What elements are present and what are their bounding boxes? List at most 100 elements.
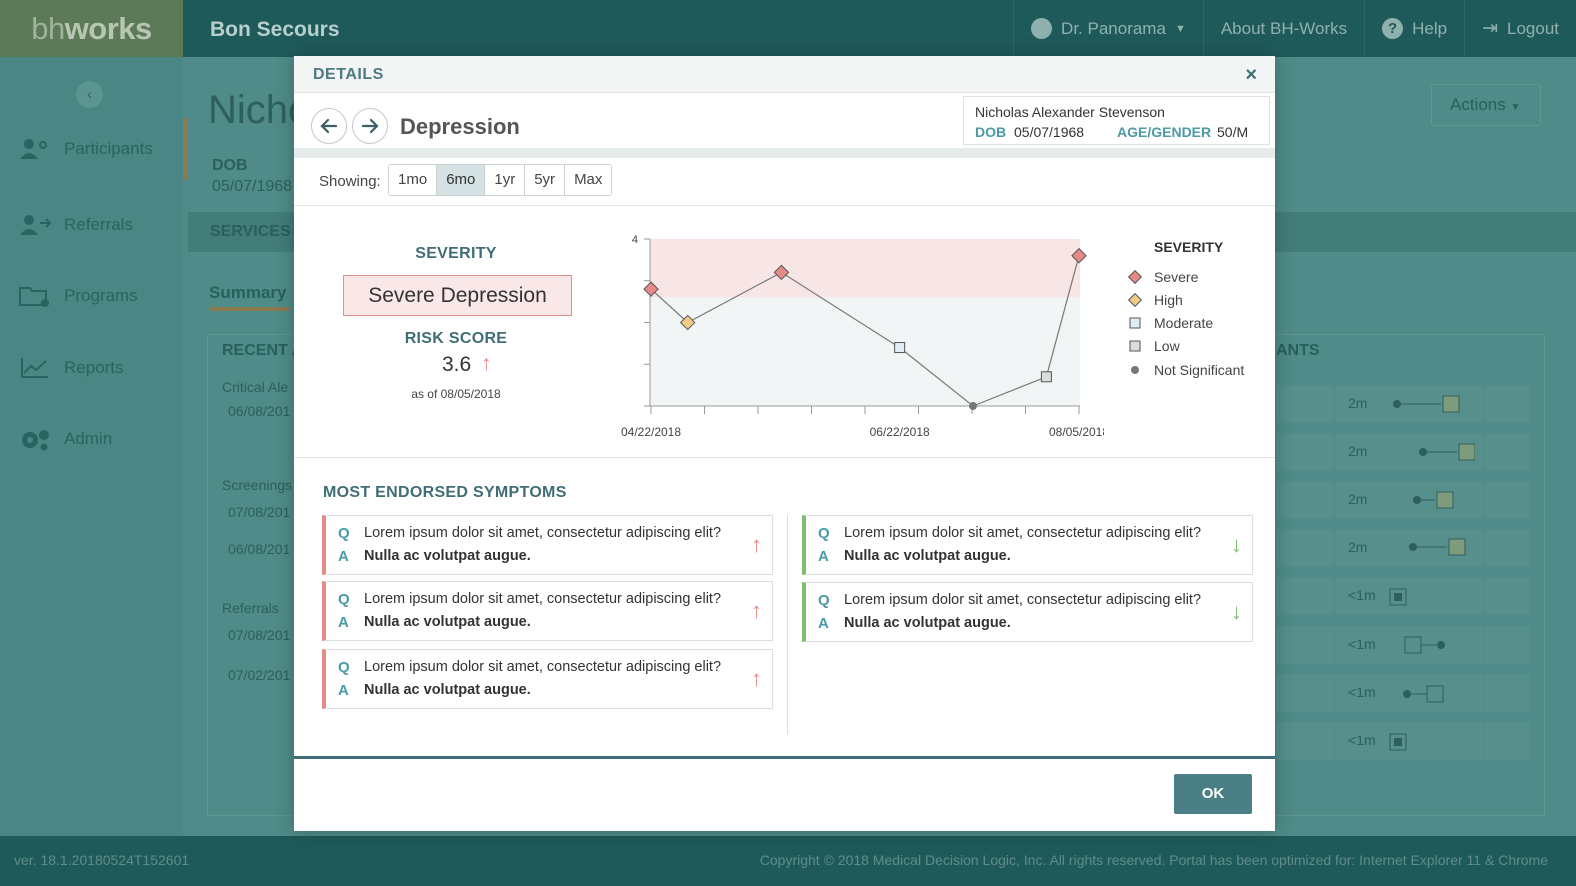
range-1mo[interactable]: 1mo: [389, 165, 438, 195]
answer-letter: A: [338, 682, 349, 699]
ref-date-1: 07/08/201: [228, 627, 291, 643]
legend-item-high: High: [1128, 292, 1183, 308]
severity-label: SEVERITY: [415, 245, 497, 262]
sidebar-label-programs: Programs: [64, 286, 138, 305]
symptom-card[interactable]: Q Lorem ipsum dolor sit amet, consectetu…: [322, 581, 773, 641]
symptom-card[interactable]: Q Lorem ipsum dolor sit amet, consectetu…: [322, 515, 773, 575]
trend-up-icon: ↑: [751, 598, 762, 623]
screenings-label: Screenings: [222, 477, 293, 493]
bg-row-time: <1m: [1348, 587, 1376, 603]
recent-heading: RECENT A: [222, 342, 304, 359]
answer-letter: A: [818, 615, 829, 632]
severity-chart: 4 04/22/2018 06/22/2018 08/05/2018: [621, 234, 1104, 439]
legend-label: Severe: [1154, 269, 1199, 285]
legend-label: Not Significant: [1154, 362, 1245, 378]
header-divider: [294, 148, 1275, 158]
showing-label: Showing:: [319, 173, 381, 190]
reports-icon: [21, 358, 48, 378]
question-letter: Q: [818, 525, 830, 542]
legend-label: Moderate: [1154, 315, 1214, 331]
actions-dropdown[interactable]: Actions ▼: [1431, 84, 1541, 126]
patient-age-gender: 50/M: [1217, 124, 1249, 140]
question-letter: Q: [338, 659, 350, 676]
sidebar-item-participants[interactable]: Participants: [18, 137, 153, 161]
participants-icon: [20, 139, 47, 159]
symptom-question: Lorem ipsum dolor sit amet, consectetur …: [844, 525, 1202, 541]
bg-row-time: 2m: [1348, 395, 1368, 411]
symptom-card[interactable]: Q Lorem ipsum dolor sit amet, consectetu…: [802, 582, 1253, 642]
ok-button[interactable]: OK: [1174, 774, 1252, 814]
symptoms-title: MOST ENDORSED SYMPTOMS: [323, 484, 567, 501]
admin-icon: [22, 430, 49, 451]
x-tick-label: 06/22/2018: [870, 425, 930, 439]
logout-icon: ⇥: [1482, 18, 1498, 39]
symptom-answer: Nulla ac volutpat augue.: [364, 614, 531, 630]
bg-row-time: 2m: [1348, 491, 1368, 507]
user-menu[interactable]: Dr. Panorama ▼: [1013, 0, 1203, 57]
symptom-card[interactable]: Q Lorem ipsum dolor sit amet, consectetu…: [802, 515, 1253, 575]
divider: [294, 205, 1275, 206]
range-6mo[interactable]: 6mo: [437, 165, 486, 195]
actions-label: Actions: [1450, 95, 1506, 114]
modal-header: DETAILS ×: [294, 56, 1275, 93]
diamond-icon: [1128, 293, 1142, 307]
help-label: Help: [1412, 18, 1448, 38]
caret-down-icon: ▼: [1510, 102, 1521, 113]
circle-icon: [1131, 366, 1139, 374]
x-tick-label: 08/05/2018: [1049, 425, 1104, 439]
risk-score-label: RISK SCORE: [404, 330, 508, 347]
patient-dob: 05/07/1968: [1014, 124, 1085, 140]
patient-age-gender-label: AGE/GENDER: [1117, 124, 1212, 140]
column-divider: [787, 515, 788, 734]
question-letter: Q: [818, 592, 830, 609]
copyright-text: Copyright © 2018 Medical Decision Logic,…: [759, 852, 1548, 868]
symptom-answer: Nulla ac volutpat augue.: [364, 548, 531, 564]
range-selector: 1mo 6mo 1yr 5yr Max: [388, 164, 613, 196]
question-letter: Q: [338, 591, 350, 608]
screen-date-2: 06/08/201: [228, 541, 291, 557]
previous-button[interactable]: [311, 108, 347, 144]
sidebar: ‹ Participants Referrals Programs Report…: [0, 57, 183, 836]
footer: ver. 18.1.20180524T152601 Copyright © 20…: [0, 836, 1576, 886]
app-logo[interactable]: bh works: [0, 0, 183, 57]
legend-item-severe: Severe: [1128, 269, 1198, 285]
sidebar-label-reports: Reports: [64, 358, 124, 377]
ref-date-2: 07/02/201: [228, 667, 291, 683]
sidebar-item-referrals[interactable]: Referrals: [18, 213, 133, 237]
referrals-label: Referrals: [222, 600, 279, 616]
bg-row-time: <1m: [1348, 732, 1376, 748]
legend-label: Low: [1154, 338, 1180, 354]
range-max[interactable]: Max: [565, 165, 612, 195]
x-tick-label: 04/22/2018: [621, 425, 681, 439]
legend-item-low: Low: [1128, 338, 1180, 354]
legend-item-moderate: Moderate: [1128, 315, 1213, 331]
about-link[interactable]: About BH-Works: [1202, 0, 1364, 57]
symptom-question: Lorem ipsum dolor sit amet, consectetur …: [364, 525, 722, 541]
next-button[interactable]: [352, 108, 388, 144]
range-1yr[interactable]: 1yr: [485, 165, 526, 195]
bg-dob-label: DOB: [212, 157, 248, 174]
help-link[interactable]: ? Help: [1364, 0, 1464, 57]
severity-badge: Severe Depression: [343, 275, 572, 316]
range-5yr[interactable]: 5yr: [525, 165, 566, 195]
nav-right: Dr. Panorama ▼ About BH-Works ? Help ⇥ L…: [1013, 0, 1576, 57]
symptom-question: Lorem ipsum dolor sit amet, consectetur …: [364, 591, 722, 607]
sidebar-item-reports[interactable]: Reports: [18, 356, 124, 380]
risk-score-value: 3.6: [442, 353, 472, 376]
collapse-sidebar-button[interactable]: ‹: [76, 81, 103, 108]
trend-up-icon: ↑: [751, 666, 762, 691]
sidebar-label-participants: Participants: [64, 139, 153, 158]
symptom-card[interactable]: Q Lorem ipsum dolor sit amet, consectetu…: [322, 649, 773, 709]
data-point: [894, 342, 906, 354]
critical-date: 06/08/201: [228, 403, 291, 419]
close-icon[interactable]: ×: [1245, 64, 1257, 87]
risk-as-of: as of 08/05/2018: [411, 387, 501, 401]
symptom-answer: Nulla ac volutpat augue.: [844, 615, 1011, 631]
square-icon: [1129, 317, 1141, 329]
square-icon: [1129, 340, 1141, 352]
logout-link[interactable]: ⇥ Logout: [1464, 0, 1576, 57]
sidebar-item-admin[interactable]: Admin: [18, 427, 112, 451]
tab-summary[interactable]: Summary: [209, 283, 289, 311]
y-tick-label: 4: [632, 234, 638, 246]
sidebar-item-programs[interactable]: Programs: [18, 284, 138, 308]
